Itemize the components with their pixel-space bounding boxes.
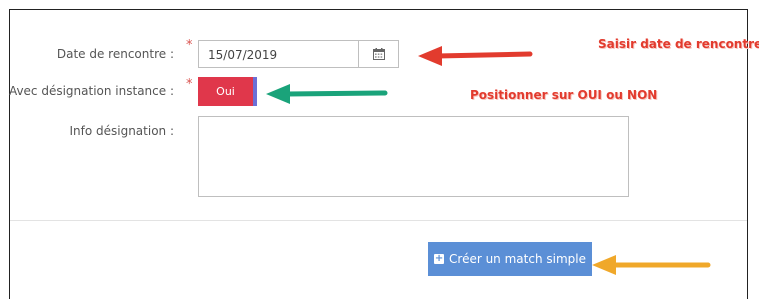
orange-arrow	[592, 255, 711, 275]
